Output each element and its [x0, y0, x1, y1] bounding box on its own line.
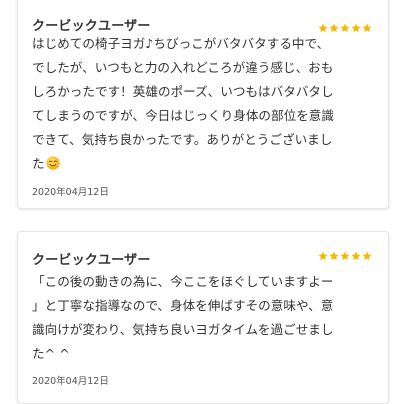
review-line: 「この後の動きの為に、今ここをほぐしていますよー	[32, 274, 334, 289]
review-text: はじめての椅子ヨガ♪ちびっこがバタバタする中で、 でしたが、いつもと力の入れどこ…	[32, 32, 380, 176]
smiling-face-icon	[45, 156, 60, 170]
review-card: クービックユーザー 「この後の動きの為に、今ここをほぐしていますよー 」と丁寧な…	[17, 231, 389, 404]
star-icon	[362, 251, 372, 261]
star-icon	[318, 251, 328, 261]
review-line: できて、気持ち良かったです。ありがとうございまし	[32, 132, 333, 147]
reviewer-name: クービックユーザー	[32, 253, 151, 268]
review-line: しろかったです！英雄のポーズ、いつもはバタバタし	[32, 84, 334, 99]
review-line: 」と丁寧な指導なので、身体を伸ばすその意味や、意	[32, 298, 334, 313]
star-rating	[318, 251, 372, 261]
review-line: た^ ^	[32, 346, 70, 361]
star-icon	[340, 251, 350, 261]
review-line: でしたが、いつもと力の入れどころが違う感じ、おも	[32, 60, 334, 75]
review-text: 「この後の動きの為に、今ここをほぐしていますよー 」と丁寧な指導なので、身体を伸…	[32, 270, 380, 366]
review-line: た	[32, 156, 45, 171]
review-date: 2020年04月12日	[32, 187, 109, 198]
review-line: てしまうのですが、今日はじっくり身体の部位を意識	[32, 108, 334, 123]
review-line: はじめての椅子ヨガ♪ちびっこがバタバタする中で、	[32, 36, 330, 51]
review-line: 識向けが変わり、気持ち良いヨガタイムを過ごせまし	[32, 322, 334, 337]
star-icon	[329, 251, 339, 261]
star-icon	[351, 251, 361, 261]
review-date: 2020年04月12日	[32, 376, 109, 387]
review-card: クービックユーザー はじめての椅子ヨガ♪ちびっこがバタバタする中で、 でしたが、…	[17, 0, 389, 209]
